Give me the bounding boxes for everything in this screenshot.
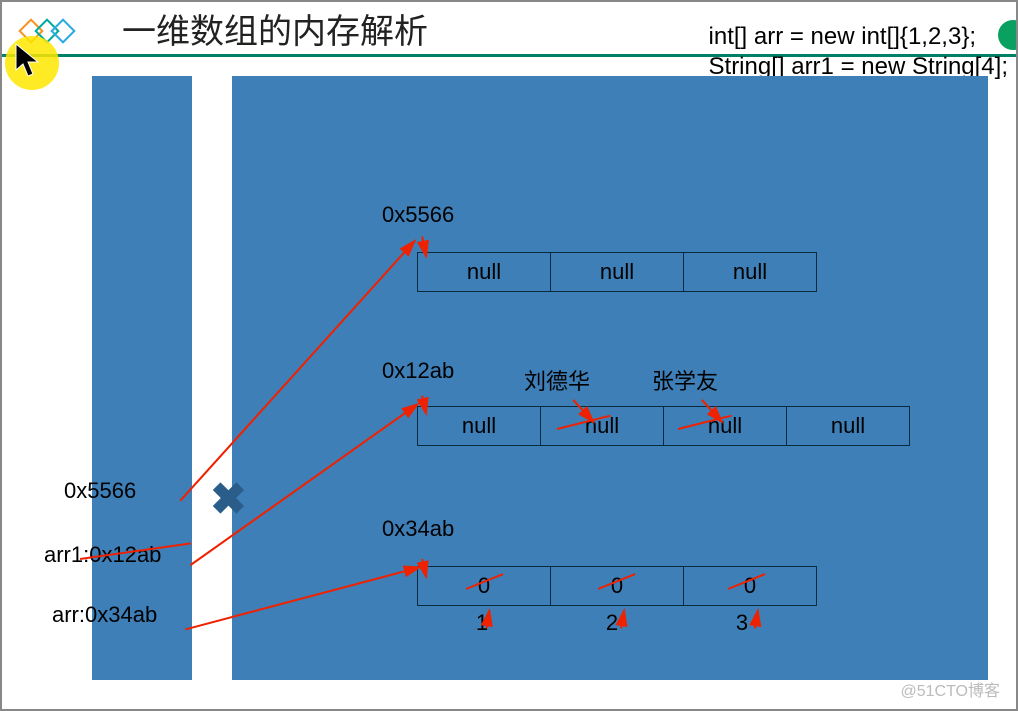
cell: 0 xyxy=(418,567,551,606)
heap-array-int3: 0 0 0 xyxy=(417,566,817,606)
heap-address-1: 0x5566 xyxy=(382,202,454,228)
idx: 2 xyxy=(606,610,618,636)
cell: null xyxy=(541,407,664,446)
cell: null xyxy=(787,407,910,446)
idx: 1 xyxy=(476,610,488,636)
cell-override-2: 张学友 xyxy=(652,364,718,396)
page-title: 一维数组的内存解析 xyxy=(122,4,428,53)
cross-out-icon: ✖ xyxy=(210,474,247,525)
watermark: @51CTO博客 xyxy=(900,677,1000,701)
heap-array-string4: null null null null xyxy=(417,406,910,446)
cell: 0 xyxy=(551,567,684,606)
stack-memory-bar xyxy=(92,76,192,680)
cell: null xyxy=(418,253,551,292)
idx: 3 xyxy=(736,610,748,636)
cell: 0 xyxy=(684,567,817,606)
heap-address-3: 0x34ab xyxy=(382,516,454,542)
cell: null xyxy=(551,253,684,292)
heap-array-string3: null null null xyxy=(417,252,817,292)
code-line: int[] arr = new int[]{1,2,3}; xyxy=(709,23,977,50)
cell: null xyxy=(418,407,541,446)
cell: null xyxy=(684,253,817,292)
stack-addr-new: 0x5566 xyxy=(64,478,136,504)
stack-var-arr: arr:0x34ab xyxy=(52,602,157,628)
cell-override-1: 刘德华 xyxy=(524,364,590,396)
index-labels: 1 2 3 xyxy=(417,610,807,636)
heap-address-2: 0x12ab xyxy=(382,358,454,384)
cursor-icon xyxy=(14,42,40,83)
